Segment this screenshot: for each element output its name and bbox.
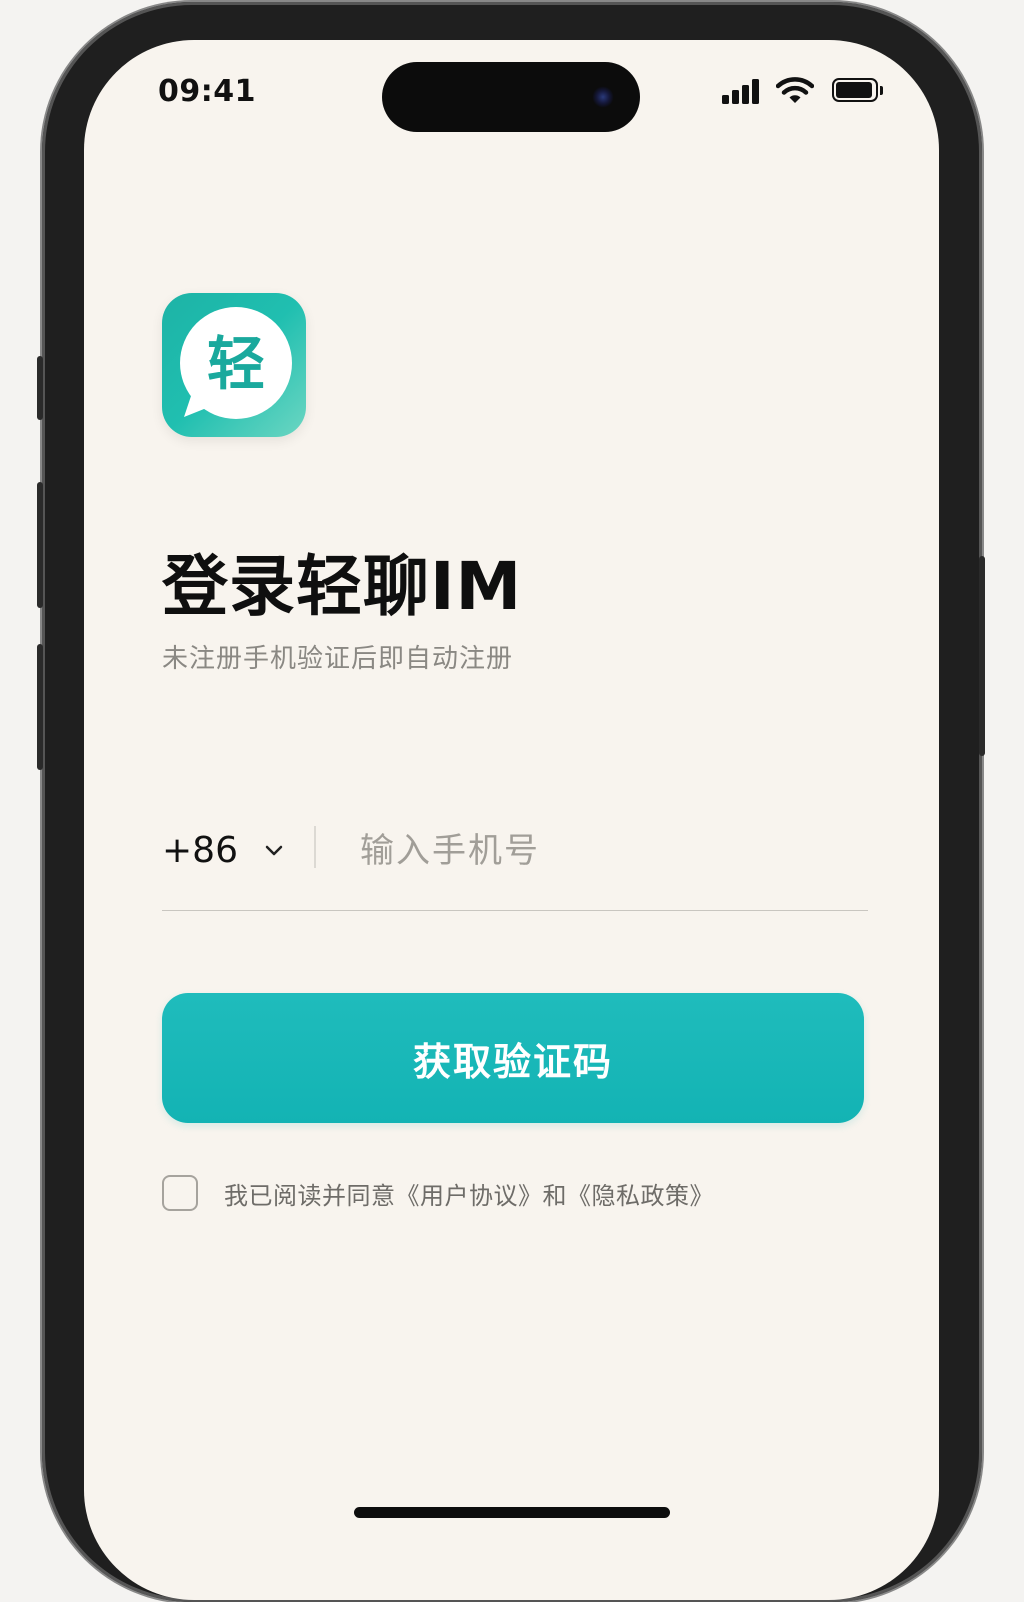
phone-number-input[interactable] [358,820,862,882]
volume-down-button [37,644,43,770]
front-camera-icon [592,86,614,108]
dynamic-island [382,62,640,132]
get-verification-code-label: 获取验证码 [412,1039,613,1084]
user-agreement-link[interactable]: 《用户协议》 [396,1182,543,1210]
agreement-checkbox[interactable] [162,1175,198,1211]
screen: 09:41 轻 登录轻聊IM 未注册手机验证后即自动注册 +86 输入手机号 获… [84,40,939,1600]
get-verification-code-button[interactable]: 获取验证码 [162,993,864,1123]
page-subtitle: 未注册手机验证后即自动注册 [162,644,514,674]
wifi-icon [776,77,814,103]
field-divider [314,826,316,868]
country-code-selector[interactable]: +86 [162,830,284,871]
app-logo: 轻 [162,293,306,437]
app-logo-glyph: 轻 [206,330,265,398]
status-time: 09:41 [158,74,256,109]
phone-number-row: +86 [162,820,868,911]
privacy-policy-link[interactable]: 《隐私政策》 [567,1182,714,1210]
battery-icon [832,78,884,104]
country-code-label: +86 [162,830,238,871]
home-indicator[interactable] [354,1507,670,1518]
chevron-down-icon [265,845,283,855]
agreement-prefix: 我已阅读并同意 [224,1181,396,1210]
agreement-text: 我已阅读并同意《用户协议》和《隐私政策》 [224,1176,714,1211]
agreement-conjunction: 和 [542,1181,567,1210]
power-button [979,556,985,756]
volume-up-button [37,482,43,608]
page-title: 登录轻聊IM [162,548,523,625]
mute-switch [37,356,43,420]
cellular-signal-icon [722,78,762,104]
agreement-row: 我已阅读并同意《用户协议》和《隐私政策》 [162,1175,714,1211]
